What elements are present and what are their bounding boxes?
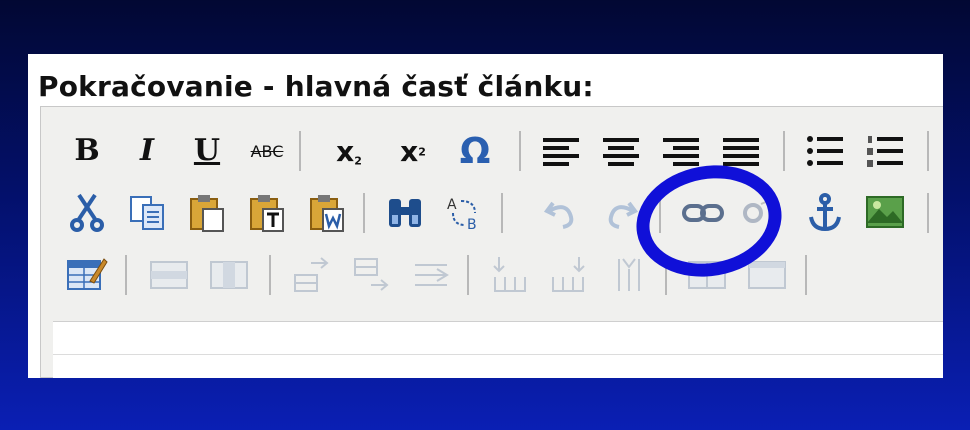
insert-col-before-button[interactable] [485,251,533,299]
cut-icon [70,193,104,232]
toolbar-separator [783,131,785,171]
bold-icon: B [74,133,100,168]
superscript-icon: x2 [400,134,426,168]
undo-icon [543,201,574,229]
superscript-button[interactable]: x2 [389,127,437,175]
paste-text-icon [250,195,284,232]
align-center-icon [603,138,639,166]
insert-image-button[interactable] [861,189,909,237]
delete-col-button[interactable] [605,251,653,299]
toolbar-separator [927,131,929,171]
special-character-button[interactable]: Ω [451,127,499,175]
omega-icon: Ω [459,130,491,172]
svg-text:A: A [447,197,457,213]
subscript-icon: x2 [336,134,362,168]
content-divider [53,354,943,355]
delete-row-button[interactable] [407,251,455,299]
editor-panel: Pokračovanie - hlavná časť článku: B I U… [28,54,943,378]
copy-button[interactable] [123,189,171,237]
paste-from-word-button[interactable] [303,189,351,237]
subscript-button[interactable]: x2 [325,127,373,175]
align-center-button[interactable] [597,127,645,175]
toolbar-separator [501,193,503,233]
copy-icon [130,196,164,230]
toolbar-separator [805,255,807,295]
italic-button[interactable]: I [123,127,171,175]
numbered-list-icon [867,136,903,167]
replace-button[interactable]: AB [441,189,489,237]
toolbar-separator [269,255,271,295]
cut-button[interactable] [63,189,111,237]
image-icon [866,196,904,228]
toolbar-separator [299,131,301,171]
align-left-button[interactable] [537,127,585,175]
strikethrough-icon: ABC [250,141,284,161]
edit-table-icon [67,258,108,290]
editor-content-area[interactable] [53,321,943,378]
insert-row-after-button[interactable] [347,251,395,299]
toolbar-separator [125,255,127,295]
toolbar-separator [927,193,929,233]
insert-row-after-icon [354,258,389,291]
table-cell-props-button[interactable] [205,251,253,299]
section-heading: Pokračovanie - hlavná časť článku: [38,70,594,103]
insert-col-after-button[interactable] [545,251,593,299]
strikethrough-button[interactable]: ABC [243,127,291,175]
anchor-icon [809,193,841,232]
bullet-list-button[interactable] [801,127,849,175]
delete-row-icon [415,264,449,286]
toolbar-separator [467,255,469,295]
find-button[interactable] [381,189,429,237]
align-left-icon [543,138,579,166]
toolbar-separator [363,193,365,233]
paste-button[interactable] [183,189,231,237]
undo-button[interactable] [537,189,585,237]
anchor-button[interactable] [801,189,849,237]
numbered-list-button[interactable] [861,127,909,175]
bullet-list-icon [807,136,843,166]
insert-row-before-icon [294,257,329,292]
svg-text:B: B [467,217,477,233]
insert-col-after-icon [552,257,585,292]
insert-row-before-button[interactable] [287,251,335,299]
rich-text-editor: B I U ABC x2 x2 Ω A B [40,106,943,378]
redo-icon [608,201,639,229]
paste-icon [190,195,224,232]
underline-icon: U [193,133,221,168]
delete-col-icon [618,258,640,291]
bold-button[interactable]: B [63,127,111,175]
paste-as-text-button[interactable] [243,189,291,237]
edit-table-button[interactable] [63,251,111,299]
underline-button[interactable]: U [183,127,231,175]
align-right-icon [663,138,699,166]
replace-icon: AB [447,197,477,233]
paste-word-icon [310,195,344,232]
table-row-icon [150,261,188,289]
align-justify-icon [723,138,759,166]
table-col-icon [210,261,248,289]
find-icon [389,199,421,227]
merge-cell-icon [748,261,786,289]
toolbar-separator [519,131,521,171]
table-row-props-button[interactable] [145,251,193,299]
insert-col-before-icon [493,257,526,292]
italic-icon: I [139,133,155,168]
